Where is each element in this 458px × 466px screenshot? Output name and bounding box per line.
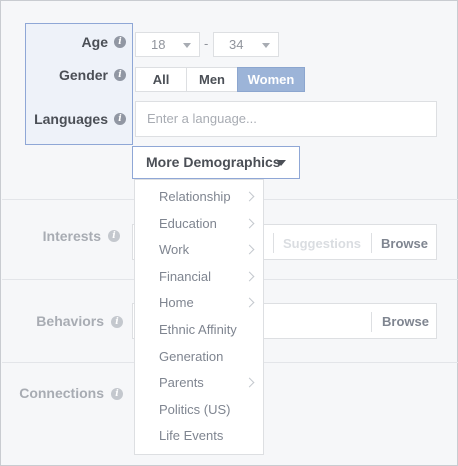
menu-item-financial[interactable]: Financial — [135, 264, 263, 290]
behaviors-label: Behaviors — [36, 313, 104, 329]
demographics-dropdown-menu: Relationship Education Work Financial Ho… — [134, 179, 264, 455]
connections-info-icon[interactable]: i — [111, 388, 123, 400]
suggestions-button[interactable]: Suggestions — [283, 236, 361, 251]
gender-option-women[interactable]: Women — [237, 67, 305, 92]
interests-browse-button[interactable]: Browse — [381, 236, 428, 251]
menu-item-parents[interactable]: Parents — [135, 370, 263, 396]
gender-option-men[interactable]: Men — [186, 67, 238, 92]
menu-item-generation[interactable]: Generation — [135, 344, 263, 370]
more-demographics-button[interactable]: More Demographics — [132, 146, 300, 179]
age-min-select[interactable]: 18 — [135, 32, 200, 57]
interests-label: Interests — [42, 228, 101, 244]
menu-item-home[interactable]: Home — [135, 290, 263, 316]
separator — [371, 312, 372, 332]
gender-option-all[interactable]: All — [135, 67, 187, 92]
behaviors-info-icon[interactable]: i — [111, 316, 123, 328]
menu-item-ethnic-affinity[interactable]: Ethnic Affinity — [135, 317, 263, 343]
gender-label: Gender — [58, 67, 108, 83]
caret-down-icon — [276, 160, 286, 166]
chevron-right-icon — [244, 377, 255, 388]
menu-item-education[interactable]: Education — [135, 211, 263, 237]
languages-info-icon[interactable]: i — [114, 113, 126, 125]
age-separator: - — [204, 36, 209, 51]
gender-info-icon[interactable]: i — [114, 69, 126, 81]
chevron-right-icon — [244, 244, 255, 255]
gender-segmented-control: All Men Women — [135, 67, 305, 92]
chevron-right-icon — [244, 297, 255, 308]
age-label: Age — [81, 34, 108, 50]
menu-item-politics-us[interactable]: Politics (US) — [135, 397, 263, 423]
languages-label: Languages — [34, 111, 108, 127]
menu-item-work[interactable]: Work — [135, 237, 263, 263]
age-max-select[interactable]: 34 — [213, 32, 279, 57]
chevron-right-icon — [244, 218, 255, 229]
age-info-icon[interactable]: i — [114, 36, 126, 48]
language-input[interactable]: Enter a language... — [135, 101, 437, 137]
targeting-panel: Age i 18 - 34 Gender i All Men Women Lan… — [0, 0, 458, 466]
behaviors-browse-button[interactable]: Browse — [382, 314, 429, 329]
connections-label: Connections — [19, 385, 104, 401]
interests-info-icon[interactable]: i — [108, 230, 120, 242]
chevron-down-icon — [262, 43, 270, 48]
menu-item-relationship[interactable]: Relationship — [135, 184, 263, 210]
separator — [371, 233, 372, 253]
menu-item-life-events[interactable]: Life Events — [135, 423, 263, 449]
separator — [273, 233, 274, 253]
chevron-right-icon — [244, 271, 255, 282]
chevron-down-icon — [183, 43, 191, 48]
chevron-right-icon — [244, 191, 255, 202]
